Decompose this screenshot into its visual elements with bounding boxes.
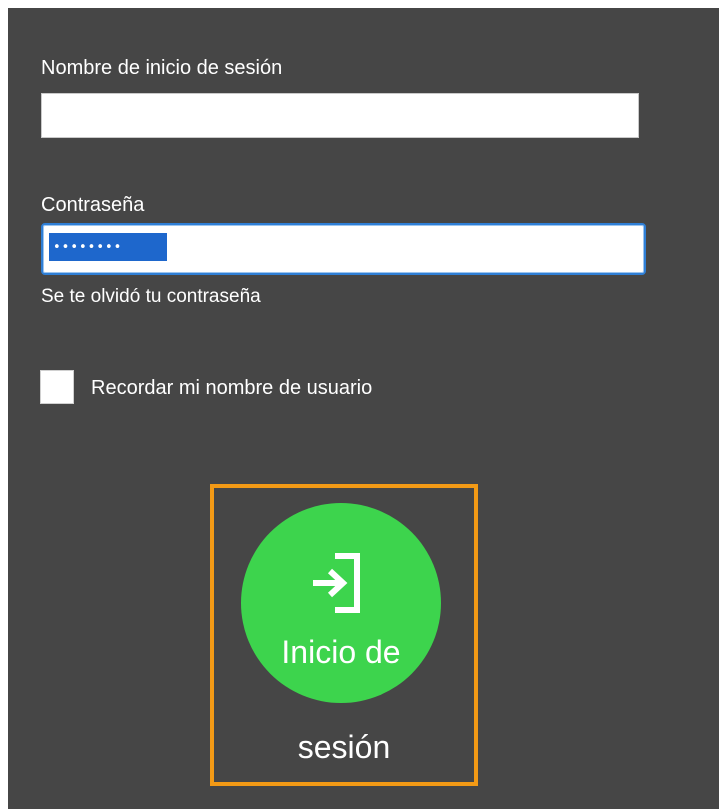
login-button-label-line1: Inicio de bbox=[281, 634, 401, 670]
login-button[interactable]: Inicio de bbox=[241, 503, 441, 703]
login-panel: Nombre de inicio de sesión Contraseña ••… bbox=[8, 8, 719, 809]
password-input[interactable]: •••••••• bbox=[41, 223, 646, 275]
username-input[interactable] bbox=[41, 93, 639, 138]
forgot-password-link[interactable]: Se te olvidó tu contraseña bbox=[41, 285, 261, 309]
sign-in-icon bbox=[307, 551, 373, 615]
password-label: Contraseña bbox=[41, 194, 145, 216]
username-label: Nombre de inicio de sesión bbox=[41, 57, 283, 79]
remember-username-checkbox[interactable] bbox=[40, 370, 74, 404]
login-button-label-line2: sesión bbox=[297, 729, 391, 765]
remember-username-label: Recordar mi nombre de usuario bbox=[91, 377, 373, 399]
password-selection: •••••••• bbox=[49, 233, 167, 261]
password-masked-value: •••••••• bbox=[53, 239, 123, 255]
